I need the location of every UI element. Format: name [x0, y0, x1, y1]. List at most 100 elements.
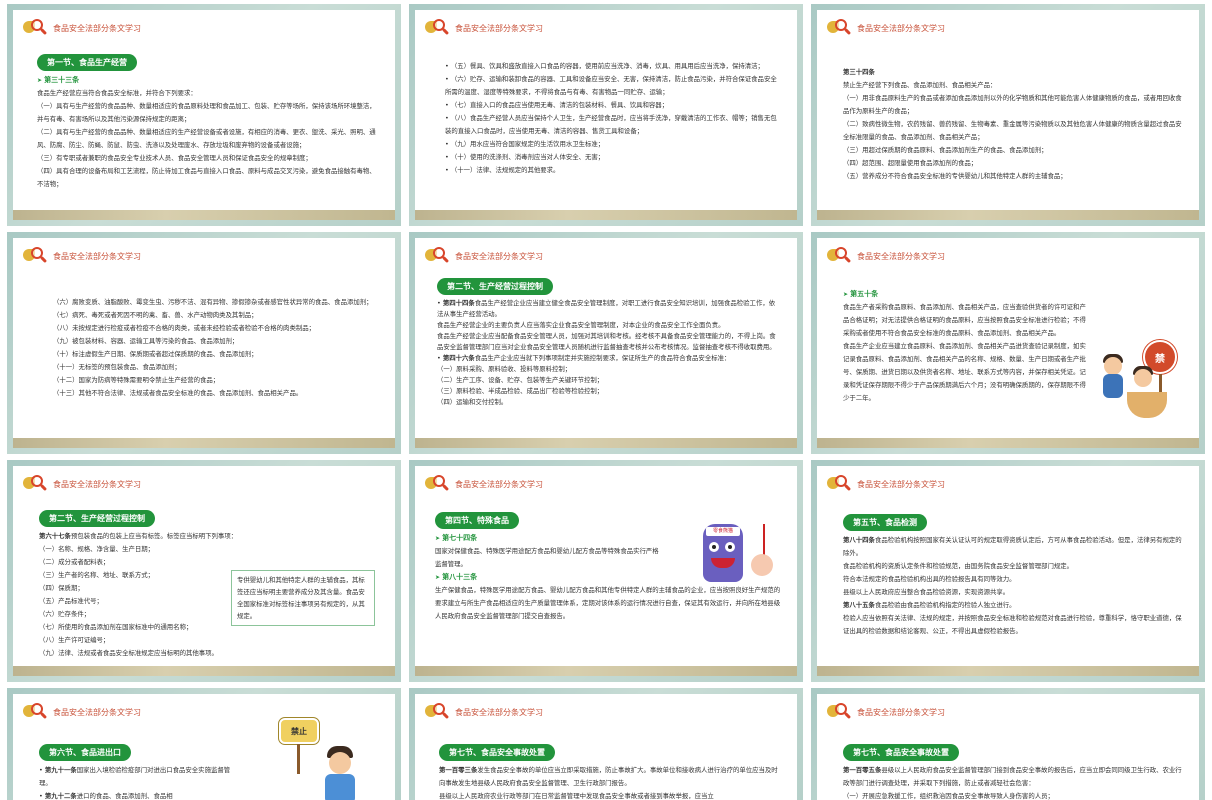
article-number: 第八十四条: [843, 536, 875, 544]
text-line: （六）腐败变质、油脂酸败、霉变生虫、污秽不洁、混有异物、掺假掺杂或者感官性状异常…: [53, 298, 373, 306]
text-line: 食品检验机构按照国家有关认证认可的规定取得资质认定后，方可从事食品检验活动。但是…: [843, 536, 1182, 557]
text-line: （八）未按规定进行检疫或者检疫不合格的肉类，或者未经检验或者检验不合格的肉类制品…: [53, 324, 316, 332]
text-line: 符合本法规定的食品检验机构出具的检验报告具有同等效力。: [843, 575, 1016, 583]
slide-header: 食品安全法部分条文学习: [857, 707, 945, 717]
text-line: （七）病死、毒死或者死因不明的禽、畜、兽、水产动物肉类及其制品；: [53, 311, 258, 319]
text-line: （六）贮存条件；: [39, 610, 91, 618]
text-line: 县级以上人民政府食品安全监督管理部门接到食品安全事故的报告后，应当立即会同同级卫…: [843, 766, 1182, 787]
slide-header: 食品安全法部分条文学习: [53, 251, 141, 261]
bottom-decoration: [13, 210, 395, 220]
text-line: （九）被包装材料、容器、运输工具等污染的食品、食品添加剂；: [53, 337, 239, 345]
slide-2[interactable]: 食品安全法部分条文学习 （五）餐具、饮具和盛放直接入口食品的容器，使用前应当洗净…: [409, 4, 803, 226]
magnifier-logo-icon: [827, 474, 852, 494]
slide-6[interactable]: 食品安全法部分条文学习 第五十条 食品生产者采购食品原料、食品添加剂、食品相关产…: [811, 232, 1205, 454]
magnifier-logo-icon: [827, 18, 852, 38]
bottom-decoration: [415, 210, 797, 220]
magnifier-logo-icon: [425, 18, 450, 38]
section-title: 第六节、食品进出口: [39, 744, 131, 761]
slide-4[interactable]: 食品安全法部分条文学习 （六）腐败变质、油脂酸败、霉变生虫、污秽不洁、混有异物、…: [7, 232, 401, 454]
text-line: 食品生产经营企业应当建立健全食品安全管理制度，对职工进行食品安全知识培训，加强食…: [437, 299, 776, 318]
list-item: （七）直接入口的食品应当使用无毒、清洁的包装材料、餐具、饮具和容器；: [445, 99, 781, 112]
slide-header: 食品安全法部分条文学习: [455, 251, 543, 261]
text-line: （一）开展应急救援工作，组织救治因食品安全事故导致人身伤害的人员；: [843, 792, 1054, 800]
text-line: 禁止生产经营下列食品、食品添加剂、食品相关产品：: [843, 81, 997, 89]
article-number: 第六十七条: [39, 532, 71, 540]
slide-3[interactable]: 食品安全法部分条文学习 第三十四条 禁止生产经营下列食品、食品添加剂、食品相关产…: [811, 4, 1205, 226]
slide-8[interactable]: 食品安全法部分条文学习 第四节、特殊食品 第七十四条 国家对保健食品、特殊医学用…: [409, 460, 803, 682]
article-number: 第八十五条: [843, 601, 875, 609]
slide-header: 食品安全法部分条文学习: [53, 707, 141, 717]
text-line: （十一）无标签的预包装食品、食品添加剂；: [53, 363, 181, 371]
junk-food-illustration: 零食熊猫: [691, 518, 791, 588]
text-line: 食品检验由食品检验机构指定的检验人独立进行。: [874, 601, 1016, 609]
slide-header: 食品安全法部分条文学习: [53, 479, 141, 489]
magnifier-logo-icon: [827, 702, 852, 722]
text-line: 发生食品安全事故的单位应当立即采取措施，防止事故扩大。事故单位和接收病人进行治疗…: [439, 766, 778, 787]
text-line: 食品生产者采购食品原料、食品添加剂、食品相关产品，应当查验供货者的许可证和产品合…: [843, 303, 1086, 337]
article-number: 第一百零五条: [843, 766, 882, 774]
slide-header: 食品安全法部分条文学习: [455, 23, 543, 33]
text-line: 预包装食品的包装上应当有标签。标签应当标明下列事项：: [70, 532, 238, 540]
magnifier-logo-icon: [425, 702, 450, 722]
slide-header: 食品安全法部分条文学习: [857, 23, 945, 33]
text-line: 食品检验机构的资质认定条件和检验规范，由国务院食品安全监督管理部门规定。: [843, 562, 1074, 570]
magnifier-logo-icon: [23, 702, 48, 722]
text-line: （五）产品标准代号；: [39, 597, 103, 605]
bottom-decoration: [415, 666, 797, 676]
snack-monster-icon: 零食熊猫: [703, 524, 743, 582]
magnifier-logo-icon: [425, 246, 450, 266]
text-line: （七）所使用的食品添加剂在国家标准中的通用名称；: [39, 623, 193, 631]
forbidden-kid-illustration: 禁止: [275, 716, 375, 800]
section-title: 第一节、食品生产经营: [37, 54, 137, 71]
list-item: （九）用水应当符合国家规定的生活饮用水卫生标准；: [445, 138, 781, 151]
section-title: 第七节、食品安全事故处置: [843, 744, 959, 761]
slide-10[interactable]: 食品安全法部分条文学习 第六节、食品进出口 第九十一条国家出入境检验检疫部门对进…: [7, 688, 401, 800]
bottom-decoration: [817, 666, 1199, 676]
section-title: 第五节、食品检测: [843, 514, 927, 531]
text-line: 食品生产经营企业的主要负责人应当落实企业食品安全管理制度，对本企业的食品安全工作…: [437, 321, 725, 329]
forbidden-sign-icon: 禁止: [279, 718, 319, 744]
bottom-decoration: [817, 210, 1199, 220]
slide-header: 食品安全法部分条文学习: [53, 23, 141, 33]
bottom-decoration: [13, 438, 395, 448]
text-line: （二）具有与生产经营的食品品种、数量相适应的生产经营设备或者设施，有相应的消毒、…: [37, 128, 376, 149]
text-line: （三）原料检验、半成品检验、成品出厂检验等检验控制；: [437, 387, 604, 395]
text-line: （一）名称、规格、净含量、生产日期；: [39, 545, 155, 553]
slide-header: 食品安全法部分条文学习: [857, 251, 945, 261]
text-line: （一）用非食品原料生产的食品或者添加食品添加剂以外的化学物质和其他可能危害人体健…: [843, 94, 1182, 115]
section-title: 第四节、特殊食品: [435, 512, 519, 529]
text-line: 国家对保健食品、特殊医学用途配方食品和婴幼儿配方食品等特殊食品实行严格监督管理。: [435, 547, 659, 568]
text-line: （二）成分或者配料表；: [39, 558, 110, 566]
slide-header: 食品安全法部分条文学习: [857, 479, 945, 489]
article-number: 第四十六条: [442, 354, 475, 362]
slide-12[interactable]: 食品安全法部分条文学习 第七节、食品安全事故处置 第一百零五条县级以上人民政府食…: [811, 688, 1205, 800]
text-line: （五）营养成分不符合食品安全标准的专供婴幼儿和其他特定人群的主辅食品；: [843, 172, 1067, 180]
text-line: （一）具有与生产经营的食品品种、数量相适应的食品原料处理和食品加工、包装、贮存等…: [37, 102, 376, 123]
text-line: （四）超范围、超限量使用食品添加剂的食品；: [843, 159, 978, 167]
slide-header: 食品安全法部分条文学习: [455, 479, 543, 489]
slide-9[interactable]: 食品安全法部分条文学习 第五节、食品检测 第八十四条食品检验机构按照国家有关认证…: [811, 460, 1205, 682]
text-line: 进口的食品、食品添加剂、食品相: [76, 792, 173, 800]
magnifier-logo-icon: [23, 18, 48, 38]
text-line: （八）生产许可证编号；: [39, 636, 110, 644]
note-box: 专供婴幼儿和其他特定人群的主辅食品，其标签还应当标明主要营养成分及其含量。食品安…: [231, 570, 375, 626]
text-line: （十二）国家为防病等特殊需要明令禁止生产经营的食品；: [53, 376, 220, 384]
text-line: （三）用超过保质期的食品原料、食品添加剂生产的食品、食品添加剂；: [843, 146, 1048, 154]
slide-7[interactable]: 食品安全法部分条文学习 第二节、生产经营过程控制 第六十七条预包装食品的包装上应…: [7, 460, 401, 682]
slide-5[interactable]: 食品安全法部分条文学习 第二节、生产经营过程控制 第四十四条食品生产经营企业应当…: [409, 232, 803, 454]
magnifier-logo-icon: [23, 246, 48, 266]
text-line: 食品生产企业应当就下列事项制定并实施控制要求，保证所生产的食品符合食品安全标准：: [474, 354, 731, 362]
article-number: 第九十一条: [44, 766, 77, 774]
text-line: 县级以上人民政府农业行政等部门在日常监督管理中发现食品安全事故或者接到事故举报，…: [439, 792, 714, 800]
kids-illustration: 禁: [1099, 324, 1199, 444]
text-line: 县级以上人民政府应当整合食品检验资源，实现资源共享。: [843, 588, 1010, 596]
text-line: （二）生产工序、设备、贮存、包装等生产关键环节控制；: [437, 376, 604, 384]
text-line: （三）有专职或者兼职的食品安全专业技术人员、食品安全管理人员和保证食品安全的规章…: [37, 154, 312, 162]
text-line: （四）运输和交付控制。: [437, 398, 508, 406]
text-line: （三）生产者的名称、地址、联系方式；: [39, 571, 155, 579]
list-item: （十）使用的洗涤剂、消毒剂应当对人体安全、无害；: [445, 151, 781, 164]
text-line: （十三）其他不符合法律、法规或者食品安全标准的食品、食品添加剂、食品相关产品。: [53, 389, 303, 397]
slide-1[interactable]: 食品安全法部分条文学习 第一节、食品生产经营 第三十三条 食品生产经营应当符合食…: [7, 4, 401, 226]
text-line: （九）法律、法规或者食品安全标准规定应当标明的其他事项。: [39, 649, 218, 657]
slide-11[interactable]: 食品安全法部分条文学习 第七节、食品安全事故处置 第一百零三条发生食品安全事故的…: [409, 688, 803, 800]
